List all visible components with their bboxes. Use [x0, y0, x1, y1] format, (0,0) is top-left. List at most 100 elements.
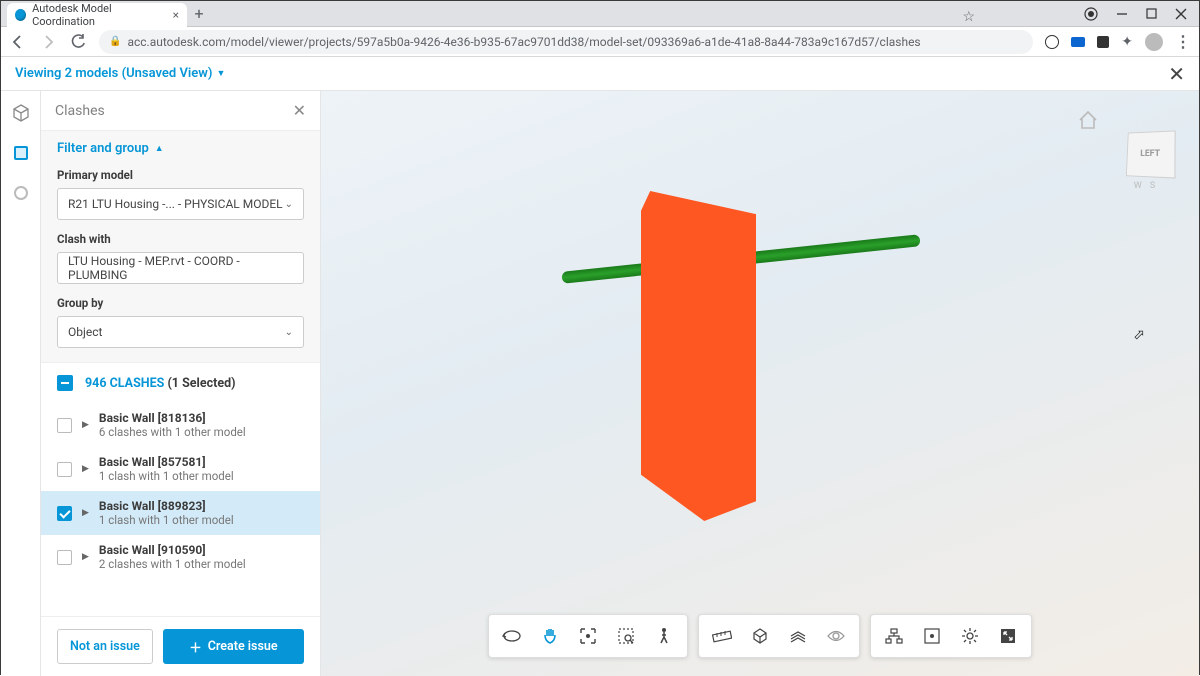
url-box[interactable]: 🔒 acc.autodesk.com/model/viewer/projects… [99, 30, 1033, 54]
viewing-models-label: Viewing 2 models (Unsaved View) [15, 66, 212, 81]
clash-checkbox[interactable] [57, 418, 72, 433]
panel-title: Clashes [55, 103, 105, 119]
viewing-models-dropdown[interactable]: Viewing 2 models (Unsaved View) ▼ [15, 66, 225, 81]
clash-with-value: LTU Housing - MEP.rvt - COORD - PLUMBING [68, 254, 293, 282]
clash-item[interactable]: ▶ Basic Wall [889823]1 clash with 1 other… [41, 491, 320, 535]
section-button[interactable] [741, 621, 779, 651]
extensions-icon[interactable]: ✦ [1121, 34, 1133, 50]
expand-icon[interactable]: ▶ [82, 464, 89, 474]
expand-icon[interactable]: ▶ [82, 552, 89, 562]
rail-clashes-button[interactable] [11, 143, 31, 163]
clash-name: Basic Wall [889823] [99, 499, 234, 513]
filter-section: Filter and group ▲ Primary model R21 LTU… [41, 131, 320, 363]
url-text: acc.autodesk.com/model/viewer/projects/5… [127, 35, 920, 49]
filter-group-label: Filter and group [57, 141, 149, 156]
measure-tool-group [698, 614, 860, 658]
ext-icon-3[interactable] [1097, 36, 1109, 48]
clash-item[interactable]: ▶Basic Wall [910590]2 clashes with 1 oth… [41, 535, 320, 579]
clash-with-select[interactable]: LTU Housing - MEP.rvt - COORD - PLUMBING [57, 252, 304, 284]
browser-menu-icon[interactable]: ⋮ [1175, 32, 1191, 51]
browser-tab-strip: Autodesk Model Coordination × + [1, 1, 1199, 27]
rail-models-button[interactable] [11, 103, 31, 123]
close-tab-icon[interactable]: × [173, 8, 179, 22]
clash-checkbox[interactable] [57, 550, 72, 565]
not-issue-button[interactable]: Not an issue [57, 629, 153, 664]
nav-tool-group [488, 614, 688, 658]
clash-list[interactable]: ▶ Basic Wall [818136]6 clashes with 1 oth… [41, 403, 320, 616]
panel-footer: Not an issue ＋ Create issue [41, 616, 320, 676]
tab-title: Autodesk Model Coordination [32, 2, 166, 28]
address-bar: 🔒 acc.autodesk.com/model/viewer/projects… [1, 27, 1199, 57]
orbit-button[interactable] [493, 621, 531, 651]
clash-name: Basic Wall [857581] [99, 455, 234, 469]
window-close-icon[interactable] [1175, 8, 1187, 20]
zoom-window-button[interactable] [607, 621, 645, 651]
profile-avatar[interactable] [1145, 33, 1163, 51]
measure-button[interactable] [703, 621, 741, 651]
clash-with-label: Clash with [57, 232, 304, 246]
clash-subtext: 6 clashes with 1 other model [99, 425, 246, 439]
main-area: Clashes ✕ Filter and group ▲ Primary mod… [1, 91, 1199, 676]
viewer-canvas[interactable]: LEFT W S ⬀ [321, 91, 1199, 676]
clash-subtext: 1 clash with 1 other model [99, 513, 234, 527]
ext-icon-1[interactable] [1045, 35, 1059, 49]
create-issue-button[interactable]: ＋ Create issue [163, 629, 304, 664]
record-icon[interactable] [1084, 7, 1098, 21]
primary-model-label: Primary model [57, 168, 304, 182]
primary-model-value: R21 LTU Housing -... - PHYSICAL MODEL [68, 197, 283, 211]
chevron-down-icon: ⌄ [285, 327, 293, 338]
browser-tab[interactable]: Autodesk Model Coordination × [7, 3, 187, 27]
cursor-icon: ⬀ [1133, 327, 1145, 343]
home-view-button[interactable] [1077, 109, 1099, 135]
autodesk-favicon [15, 9, 26, 21]
viewcube-compass: W S [1134, 181, 1159, 191]
ghost-button[interactable] [817, 621, 855, 651]
expand-icon[interactable]: ▶ [82, 508, 89, 518]
forward-button[interactable] [39, 33, 57, 51]
maximize-icon[interactable] [1146, 8, 1157, 19]
check-circle-icon [14, 186, 28, 200]
expand-icon[interactable]: ▶ [82, 420, 89, 430]
settings-button[interactable] [951, 621, 989, 651]
viewcube-face[interactable]: LEFT [1126, 130, 1176, 178]
viewcube[interactable]: LEFT W S [1111, 121, 1181, 191]
walk-button[interactable] [645, 621, 683, 651]
clash-subtext: 1 clash with 1 other model [99, 469, 234, 483]
back-button[interactable] [9, 33, 27, 51]
chevron-down-icon: ⌄ [285, 199, 293, 210]
rail-issues-button[interactable] [11, 183, 31, 203]
extension-icons: ✦ ⋮ [1045, 32, 1191, 51]
clash-summary: 946 CLASHES (1 Selected) [41, 363, 320, 403]
new-tab-button[interactable]: + [187, 4, 211, 23]
lock-icon: 🔒 [109, 36, 121, 47]
clash-item[interactable]: ▶ Basic Wall [857581]1 clash with 1 other… [41, 447, 320, 491]
close-panel-icon[interactable]: ✕ [293, 101, 306, 120]
pan-button[interactable] [531, 621, 569, 651]
group-by-value: Object [68, 325, 102, 339]
ext-icon-2[interactable] [1071, 37, 1085, 47]
clash-name: Basic Wall [818136] [99, 411, 246, 425]
clash-panel: Clashes ✕ Filter and group ▲ Primary mod… [41, 91, 321, 676]
clash-checkbox[interactable] [57, 462, 72, 477]
clash-checkbox[interactable] [57, 506, 72, 521]
minimize-icon[interactable] [1116, 8, 1128, 20]
group-by-select[interactable]: Object ⌄ [57, 316, 304, 348]
reload-button[interactable] [69, 33, 87, 51]
explode-button[interactable] [779, 621, 817, 651]
cube-icon [12, 104, 30, 122]
select-all-checkbox[interactable] [57, 375, 73, 391]
filter-group-toggle[interactable]: Filter and group ▲ [57, 141, 304, 156]
primary-model-select[interactable]: R21 LTU Housing -... - PHYSICAL MODEL ⌄ [57, 188, 304, 220]
clash-count: 946 CLASHES [85, 376, 164, 391]
model-browser-button[interactable] [875, 621, 913, 651]
clash-name: Basic Wall [910590] [99, 543, 246, 557]
app-header: Viewing 2 models (Unsaved View) ▼ ✕ [1, 57, 1199, 91]
bookmark-star-icon[interactable]: ☆ [962, 9, 975, 25]
zoom-button[interactable] [569, 621, 607, 651]
plus-icon: ＋ [189, 637, 202, 656]
close-viewer-button[interactable]: ✕ [1168, 62, 1185, 86]
properties-button[interactable] [913, 621, 951, 651]
wall-element[interactable] [641, 191, 756, 521]
fullscreen-button[interactable] [989, 621, 1027, 651]
clash-item[interactable]: ▶ Basic Wall [818136]6 clashes with 1 oth… [41, 403, 320, 447]
